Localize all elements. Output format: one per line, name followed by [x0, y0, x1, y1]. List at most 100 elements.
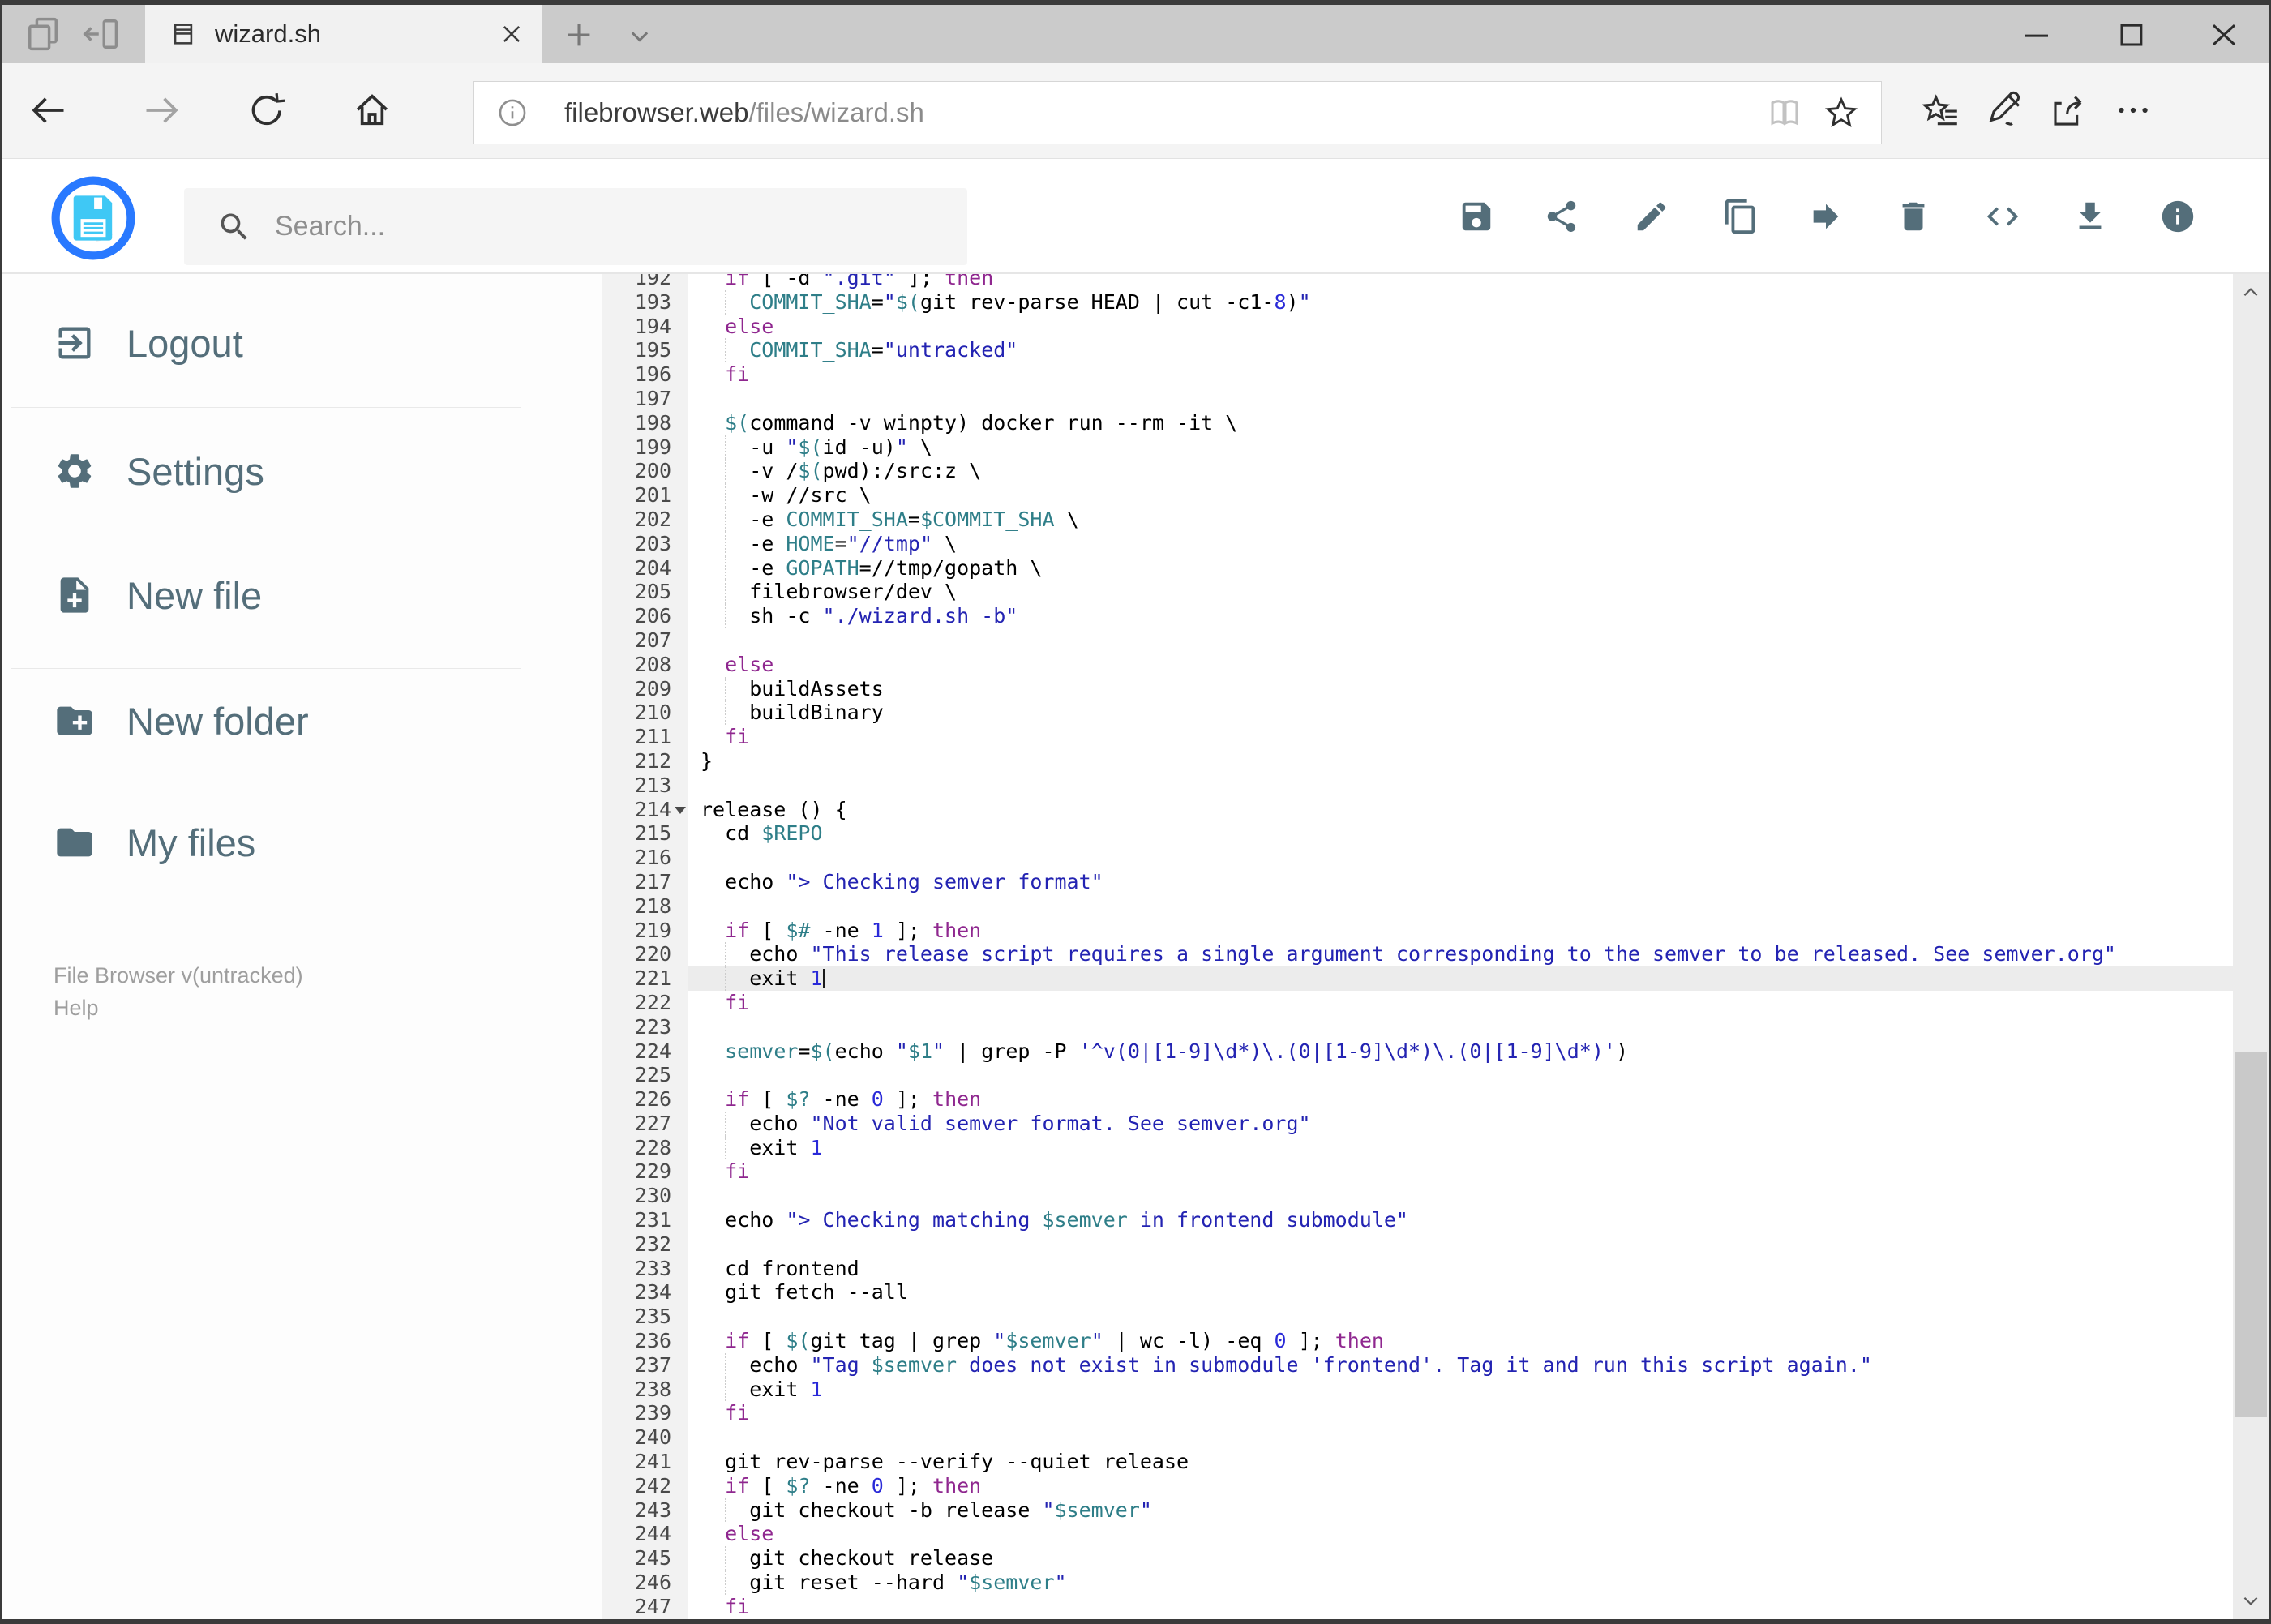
code-line-233[interactable]: 233 cd frontend [602, 1256, 2233, 1281]
more-icon[interactable] [2113, 90, 2153, 131]
code-line-200[interactable]: 200 -v /$(pwd):/src:z \ [602, 459, 2233, 484]
code-line-197[interactable]: 197 [602, 386, 2233, 411]
code-line-199[interactable]: 199 -u "$(id -u)" \ [602, 435, 2233, 460]
code-line-240[interactable]: 240 [602, 1425, 2233, 1450]
sidebar-item-my-files[interactable]: My files [2, 813, 570, 872]
code-line-224[interactable]: 224 semver=$(echo "$1" | grep -P '^v(0|[… [602, 1039, 2233, 1064]
code-line-246[interactable]: 246 git reset --hard "$semver" [602, 1570, 2233, 1595]
code-line-241[interactable]: 241 git rev-parse --verify --quiet relea… [602, 1450, 2233, 1474]
code-line-226[interactable]: 226 if [ $? -ne 0 ]; then [602, 1087, 2233, 1112]
code-line-208[interactable]: 208 else [602, 652, 2233, 677]
code-line-219[interactable]: 219 if [ $# -ne 1 ]; then [602, 918, 2233, 943]
reading-view-icon[interactable] [1766, 94, 1803, 131]
code-line-242[interactable]: 242 if [ $? -ne 0 ]; then [602, 1473, 2233, 1498]
code-line-235[interactable]: 235 [602, 1305, 2233, 1330]
code-line-239[interactable]: 239 fi [602, 1401, 2233, 1426]
sidebar-item-logout[interactable]: Logout [2, 314, 570, 372]
code-line-209[interactable]: 209 buildAssets [602, 676, 2233, 701]
code-line-206[interactable]: 206 sh -c "./wizard.sh -b" [602, 604, 2233, 628]
code-line-223[interactable]: 223 [602, 1014, 2233, 1039]
code-line-236[interactable]: 236 if [ $(git tag | grep "$semver" | wc… [602, 1329, 2233, 1353]
code-line-204[interactable]: 204 -e GOPATH=//tmp/gopath \ [602, 555, 2233, 581]
code-line-196[interactable]: 196 fi [602, 362, 2233, 387]
sidebar-item-new-folder[interactable]: New folder [2, 692, 570, 750]
filebrowser-logo[interactable] [50, 175, 136, 261]
sidebar-item-settings[interactable]: Settings [2, 442, 570, 500]
minimize-button[interactable] [2015, 13, 2060, 55]
web-note-icon[interactable] [1984, 90, 2025, 131]
code-line-247[interactable]: 247 fi [602, 1594, 2233, 1619]
rename-button[interactable] [1622, 187, 1681, 246]
code-line-201[interactable]: 201 -w //src \ [602, 483, 2233, 508]
code-line-195[interactable]: 195 COMMIT_SHA="untracked" [602, 338, 2233, 363]
back-icon[interactable] [27, 89, 69, 131]
code-line-227[interactable]: 227 echo "Not valid semver format. See s… [602, 1111, 2233, 1136]
code-line-237[interactable]: 237 echo "Tag $semver does not exist in … [602, 1352, 2233, 1378]
code-line-230[interactable]: 230 [602, 1184, 2233, 1209]
url-field[interactable]: filebrowser.web/files/wizard.sh [473, 81, 1882, 144]
code-line-216[interactable]: 216 [602, 846, 2233, 870]
code-line-198[interactable]: 198 $(command -v winpty) docker run --rm… [602, 410, 2233, 435]
maximize-button[interactable] [2110, 13, 2155, 55]
scrollbar-thumb[interactable] [2235, 1052, 2267, 1417]
code-line-221[interactable]: 221 exit 1 [602, 966, 2233, 991]
sidebar-item-new-file[interactable]: New file [2, 566, 570, 624]
code-line-234[interactable]: 234 git fetch --all [602, 1280, 2233, 1305]
new-tab-button[interactable] [560, 16, 598, 54]
share-button[interactable] [1532, 187, 1591, 246]
copy-button[interactable] [1712, 187, 1770, 246]
code-line-245[interactable]: 245 git checkout release [602, 1546, 2233, 1571]
code-line-214[interactable]: 214 release () { [602, 797, 2233, 822]
code-line-217[interactable]: 217 echo "> Checking semver format" [602, 869, 2233, 894]
code-line-194[interactable]: 194 else [602, 314, 2233, 339]
delete-button[interactable] [1884, 187, 1943, 246]
search-box[interactable] [184, 188, 967, 265]
code-line-192[interactable]: 192 if [ -d ".git" ]; then [602, 274, 2233, 290]
save-button[interactable] [1447, 187, 1506, 246]
search-input[interactable] [273, 210, 967, 243]
code-editor[interactable]: 192 if [ -d ".git" ]; then 193 COMMIT_SHA… [602, 274, 2233, 1619]
code-line-207[interactable]: 207 [602, 628, 2233, 653]
code-line-212[interactable]: 212} [602, 748, 2233, 773]
code-line-205[interactable]: 205 filebrowser/dev \ [602, 580, 2233, 605]
code-line-232[interactable]: 232 [602, 1232, 2233, 1257]
code-line-193[interactable]: 193 COMMIT_SHA="$(git rev-parse HEAD | c… [602, 289, 2233, 315]
move-button[interactable] [1797, 187, 1855, 246]
tab-close-icon[interactable] [495, 18, 528, 50]
fold-marker-icon[interactable] [675, 806, 686, 814]
page-scrollbar[interactable] [2233, 274, 2269, 1619]
code-line-202[interactable]: 202 -e COMMIT_SHA=$COMMIT_SHA \ [602, 507, 2233, 532]
code-line-215[interactable]: 215 cd $REPO [602, 821, 2233, 846]
tab-list-chevron-icon[interactable] [622, 18, 658, 54]
info-button[interactable] [2149, 187, 2207, 246]
code-line-228[interactable]: 228 exit 1 [602, 1135, 2233, 1160]
code-line-244[interactable]: 244 else [602, 1522, 2233, 1547]
code-line-220[interactable]: 220 echo "This release script requires a… [602, 942, 2233, 967]
hub-favorites-icon[interactable] [1921, 90, 1961, 131]
help-link[interactable]: Help [54, 992, 303, 1024]
code-line-243[interactable]: 243 git checkout -b release "$semver" [602, 1498, 2233, 1523]
close-button[interactable] [2201, 13, 2247, 55]
code-line-211[interactable]: 211 fi [602, 725, 2233, 749]
browser-tab[interactable]: wizard.sh [145, 5, 542, 63]
code-line-229[interactable]: 229 fi [602, 1159, 2233, 1185]
favorite-star-icon[interactable] [1823, 94, 1860, 131]
forward-icon[interactable] [141, 89, 183, 131]
home-icon[interactable] [351, 89, 393, 131]
site-info-icon[interactable] [495, 96, 529, 130]
scroll-down-icon[interactable] [2233, 1582, 2269, 1619]
refresh-icon[interactable] [246, 89, 288, 131]
code-line-231[interactable]: 231 echo "> Checking matching $semver in… [602, 1208, 2233, 1232]
source-editor-button[interactable] [1973, 187, 2032, 246]
code-line-203[interactable]: 203 -e HOME="//tmp" \ [602, 531, 2233, 556]
share-icon[interactable] [2047, 90, 2088, 131]
download-button[interactable] [2061, 187, 2119, 246]
code-line-218[interactable]: 218 [602, 893, 2233, 919]
code-line-210[interactable]: 210 buildBinary [602, 701, 2233, 726]
code-line-213[interactable]: 213 [602, 773, 2233, 798]
tab-preview-icon[interactable] [22, 13, 64, 55]
code-line-225[interactable]: 225 [602, 1063, 2233, 1088]
code-line-238[interactable]: 238 exit 1 [602, 1377, 2233, 1402]
tabs-aside-icon[interactable] [80, 13, 122, 55]
code-line-222[interactable]: 222 fi [602, 990, 2233, 1015]
